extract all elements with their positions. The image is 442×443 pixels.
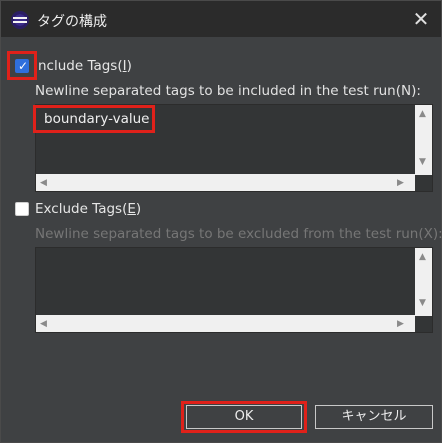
arrow-down-icon[interactable]: ▼ (419, 157, 426, 167)
include-tags-checkbox[interactable]: ✓ (15, 59, 29, 73)
arrow-up-icon[interactable]: ▲ (419, 252, 426, 262)
exclude-horizontal-scrollbar[interactable]: ◀ ▶ (36, 315, 415, 332)
include-tags-hint: Newline separated tags to be included in… (35, 83, 421, 99)
close-icon[interactable]: ✕ (411, 9, 431, 29)
arrow-up-icon[interactable]: ▲ (419, 109, 426, 119)
arrow-left-icon[interactable]: ◀ (40, 319, 47, 329)
configure-tags-dialog: タグの構成 ✕ ✓ nclude Tags(I) Newline separat… (0, 0, 442, 443)
title-bar: タグの構成 ✕ (1, 1, 441, 37)
checkmark-icon: ✓ (18, 59, 29, 73)
exclude-vertical-scrollbar[interactable]: ▲ ▼ (415, 248, 432, 316)
arrow-down-icon[interactable]: ▼ (419, 298, 426, 308)
include-tags-textarea[interactable]: boundary-value ▲ ▼ ◀ ▶ (33, 104, 433, 192)
eclipse-icon (11, 11, 29, 29)
arrow-right-icon[interactable]: ▶ (397, 319, 404, 329)
include-vertical-scrollbar[interactable]: ▲ ▼ (415, 105, 432, 175)
include-horizontal-scrollbar[interactable]: ◀ ▶ (36, 174, 415, 191)
exclude-tags-label: Exclude Tags(E) (35, 201, 142, 217)
include-tags-label: nclude Tags(I) (38, 58, 132, 74)
exclude-tags-textarea[interactable]: ▲ ▼ ◀ ▶ (35, 247, 433, 333)
ok-button[interactable]: OK (186, 405, 302, 429)
arrow-left-icon[interactable]: ◀ (40, 178, 47, 188)
include-tags-value: boundary-value (44, 111, 150, 127)
window-title: タグの構成 (37, 14, 107, 30)
exclude-tags-checkbox[interactable] (15, 202, 29, 216)
exclude-tags-hint: Newline separated tags to be excluded fr… (35, 226, 442, 242)
arrow-right-icon[interactable]: ▶ (397, 178, 404, 188)
cancel-button[interactable]: キャンセル (315, 405, 433, 429)
